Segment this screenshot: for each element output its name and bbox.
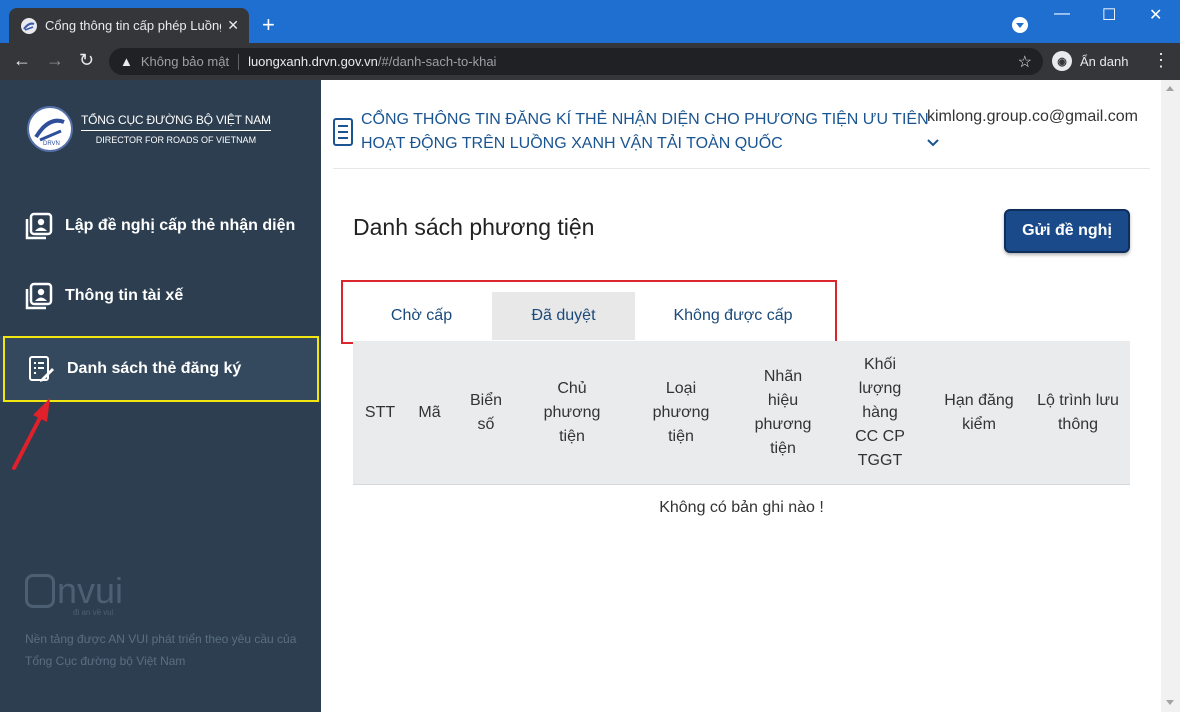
tab-close-icon[interactable]: ✕ xyxy=(227,17,239,34)
sidebar-item-label: Lập đề nghị cấp thẻ nhận diện xyxy=(65,217,296,234)
page-scrollbar[interactable] xyxy=(1161,80,1180,712)
browser-tab[interactable]: Cổng thông tin cấp phép Luồng ✕ xyxy=(9,8,249,43)
drvn-logo: DRVN xyxy=(27,106,73,152)
column-header: Biển số xyxy=(469,391,503,433)
sidebar: DRVN TỔNG CỤC ĐƯỜNG BỘ VIỆT NAM DIRECTOR… xyxy=(0,80,321,712)
sidebar-item-driver-info[interactable]: Thông tin tài xế xyxy=(0,263,321,329)
column-header: STT xyxy=(364,403,396,421)
tab-approved[interactable]: Đã duyệt xyxy=(492,292,635,340)
site-favicon-icon xyxy=(21,17,37,34)
contact-card-icon xyxy=(25,212,53,240)
incognito-indicator[interactable]: ◉ Ẩn danh xyxy=(1052,49,1128,73)
column-header: Chủ phương tiện xyxy=(543,379,601,445)
svg-text:DRVN: DRVN xyxy=(43,141,60,147)
warning-icon: ▲ xyxy=(120,54,133,69)
contact-card-icon xyxy=(25,282,53,310)
incognito-label: Ẩn danh xyxy=(1080,53,1129,69)
column-header: Hạn đăng kiểm xyxy=(944,391,1014,433)
brand-title-en: DIRECTOR FOR ROADS OF VIETNAM xyxy=(95,135,257,145)
tab-rejected[interactable]: Không được cấp xyxy=(635,292,831,340)
maximize-icon[interactable]: ☐ xyxy=(1102,5,1116,25)
table-header: STT Mã Biển số Chủ phương tiện Loại phươ… xyxy=(353,341,1130,485)
forward-icon[interactable]: → xyxy=(46,50,64,70)
back-icon[interactable]: ← xyxy=(13,50,31,70)
tab-pending[interactable]: Chờ cấp xyxy=(351,292,492,340)
scroll-up-icon[interactable] xyxy=(1166,86,1174,91)
nvui-logo: nvui xyxy=(25,570,123,612)
annotation-arrow-icon xyxy=(12,398,50,470)
sidebar-footer: Nền tảng được AN VUI phát triển theo yêu… xyxy=(25,632,297,668)
omnibox-divider xyxy=(238,53,240,70)
reload-icon[interactable]: ↻ xyxy=(79,50,94,70)
portal-title: CỔNG THÔNG TIN ĐĂNG KÍ THẺ NHẬN DIỆN CHO… xyxy=(361,111,929,152)
window-close-icon[interactable]: ✕ xyxy=(1149,5,1162,25)
minimize-icon[interactable]: — xyxy=(1054,5,1070,23)
column-header: Lộ trình lưu thông xyxy=(1037,391,1119,433)
incognito-icon: ◉ xyxy=(1052,51,1072,71)
column-header: Khối lượng hàng CC CP TGGT xyxy=(855,355,905,469)
url-path: /#/danh-sach-to-khai xyxy=(377,54,497,69)
brand: DRVN TỔNG CỤC ĐƯỜNG BỘ VIỆT NAM DIRECTOR… xyxy=(27,106,271,152)
sidebar-item-label: Thông tin tài xế xyxy=(65,287,184,304)
sidebar-item-request-card[interactable]: Lập đề nghị cấp thẻ nhận diện xyxy=(0,193,321,259)
address-bar[interactable]: ▲ Không bảo mật luongxanh.drvn.gov.vn/#/… xyxy=(109,48,1043,75)
new-tab-button[interactable]: + xyxy=(262,14,275,36)
bookmark-star-icon[interactable]: ☆ xyxy=(1018,52,1032,72)
nvui-brand: nvui đi an về vui xyxy=(25,570,123,617)
page-header: CỔNG THÔNG TIN ĐĂNG KÍ THẺ NHẬN DIỆN CHO… xyxy=(333,80,1150,169)
scroll-down-icon[interactable] xyxy=(1166,700,1174,705)
browser-menu-icon[interactable]: ⋮ xyxy=(1152,51,1170,69)
chevron-down-icon[interactable] xyxy=(927,134,939,150)
user-email[interactable]: kimlong.group.co@gmail.com xyxy=(927,108,1138,126)
menu-toggle-icon[interactable] xyxy=(333,118,353,146)
column-header: Loại phương tiện xyxy=(652,379,710,445)
browser-toolbar: ← → ↻ ▲ Không bảo mật luongxanh.drvn.gov… xyxy=(0,43,1180,80)
empty-message: Không có bản ghi nào ! xyxy=(659,499,824,516)
security-label: Không bảo mật xyxy=(140,54,230,69)
tab-title: Cổng thông tin cấp phép Luồng xyxy=(45,18,222,33)
vehicle-table: STT Mã Biển số Chủ phương tiện Loại phươ… xyxy=(353,341,1130,531)
bus-icon xyxy=(25,574,55,608)
column-header: Mã xyxy=(418,403,441,421)
main-content: CỔNG THÔNG TIN ĐĂNG KÍ THẺ NHẬN DIỆN CHO… xyxy=(321,80,1161,712)
submit-request-button[interactable]: Gửi đề nghị xyxy=(1004,209,1130,253)
browser-tabstrip: Cổng thông tin cấp phép Luồng ✕ + — ☐ ✕ xyxy=(0,0,1180,43)
url-host: luongxanh.drvn.gov.vn xyxy=(248,54,378,69)
brand-title-vn: TỔNG CỤC ĐƯỜNG BỘ VIỆT NAM xyxy=(81,113,271,131)
column-header: Nhãn hiệu phương tiện xyxy=(754,367,812,457)
web-page: DRVN TỔNG CỤC ĐƯỜNG BỘ VIỆT NAM DIRECTOR… xyxy=(0,80,1180,712)
status-tabs: Chờ cấp Đã duyệt Không được cấp xyxy=(351,292,831,340)
page-title: Danh sách phương tiện xyxy=(353,214,595,240)
tab-search-icon[interactable] xyxy=(1012,17,1028,33)
